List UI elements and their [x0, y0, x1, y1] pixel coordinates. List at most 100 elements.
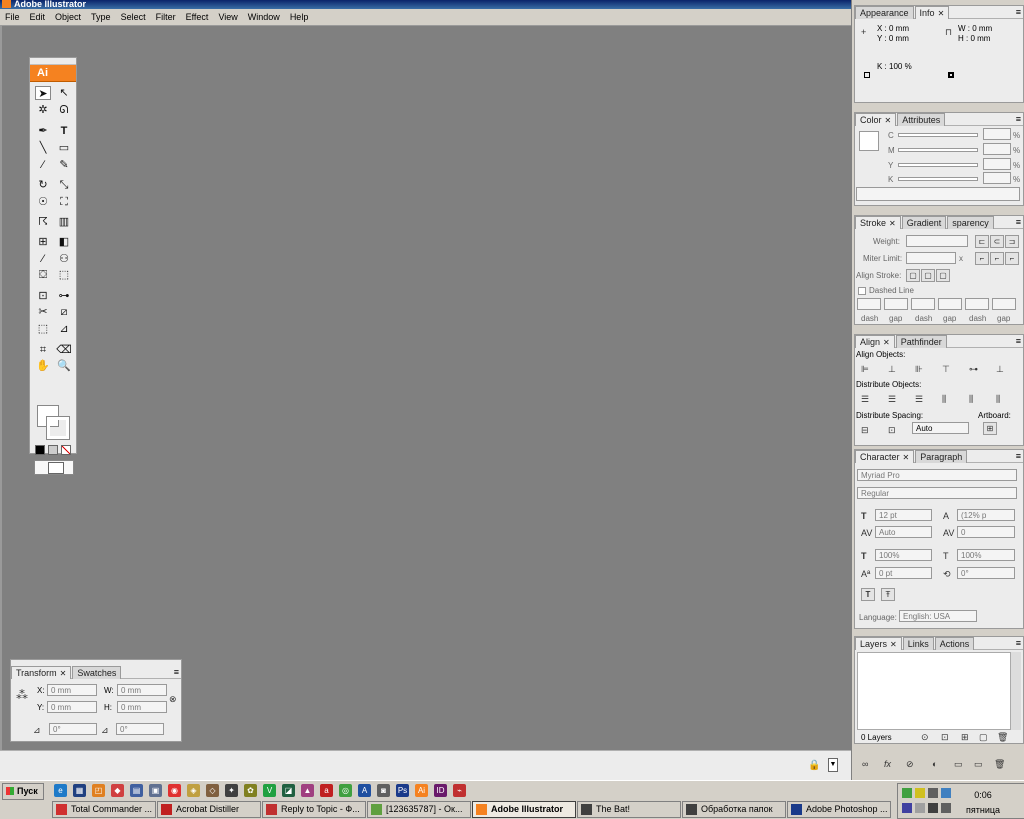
language-select[interactable]: English: USA	[899, 610, 977, 622]
stroke-weight-field[interactable]	[906, 235, 968, 247]
close-tab-icon[interactable]: ✕	[885, 116, 892, 125]
selection-tool-icon[interactable]: ➤	[35, 86, 51, 100]
strikethrough-button[interactable]: Ŧ	[881, 588, 895, 601]
tab-transparency[interactable]: sparency	[947, 216, 994, 229]
rectangle-tool-icon[interactable]: ▭	[56, 141, 72, 155]
yellow-field[interactable]	[983, 158, 1011, 170]
tracking-field[interactable]: 0	[957, 526, 1015, 538]
crop-area-tool-icon[interactable]: ⊡	[35, 289, 51, 303]
underline-button[interactable]: T	[861, 588, 875, 601]
app-icon-1[interactable]: ◆	[111, 784, 124, 797]
task-the-bat[interactable]: The Bat!	[577, 801, 681, 818]
direct-selection-tool-icon[interactable]: ↖	[56, 86, 72, 100]
pencil-tool-icon[interactable]: ✎	[56, 158, 72, 172]
knife-tool-icon[interactable]: ⧄	[56, 305, 72, 319]
live-paint-bucket-tool-icon[interactable]: ⛋	[35, 268, 51, 282]
tab-character[interactable]: Character ✕	[855, 450, 915, 463]
app-icon-3[interactable]: ▣	[149, 784, 162, 797]
delete-item-icon[interactable]: 🗑	[994, 758, 1005, 770]
reference-point-icon[interactable]: ⁂	[16, 689, 28, 701]
task-total-commander[interactable]: Total Commander ...	[52, 801, 156, 818]
eyedropper-tool-icon[interactable]: ⁄	[35, 252, 51, 266]
tab-links[interactable]: Links	[902, 637, 934, 650]
status-dropdown-button[interactable]: ▼	[828, 758, 838, 772]
new-sublayer-icon[interactable]: ⊞	[961, 731, 969, 743]
app-icon-9[interactable]: ◪	[282, 784, 295, 797]
start-button[interactable]: Пуск	[2, 783, 44, 800]
layers-list[interactable]	[857, 652, 1011, 730]
close-tab-icon[interactable]: ✕	[903, 453, 910, 462]
join-bevel-icon[interactable]: ⌐	[1005, 252, 1019, 265]
tab-paragraph[interactable]: Paragraph	[915, 450, 968, 463]
warp-tool-icon[interactable]: ☉	[35, 195, 51, 209]
new-item-icon[interactable]: ▭	[974, 758, 983, 770]
distribute-left-icon[interactable]: ⫼	[942, 393, 946, 405]
app-icon-13[interactable]: ◙	[377, 784, 390, 797]
tab-gradient[interactable]: Gradient	[901, 216, 947, 229]
zoom-tool-icon[interactable]: 🔍	[56, 359, 72, 373]
screen-mode-button[interactable]	[34, 460, 74, 475]
canvas-area[interactable]	[0, 26, 851, 750]
eraser-tool-icon[interactable]: ⌫	[56, 343, 72, 357]
make-clipping-mask-icon[interactable]: ⊡	[941, 731, 949, 743]
cap-round-icon[interactable]: ⊂	[990, 235, 1004, 248]
line-tool-icon[interactable]: ╲	[35, 141, 51, 155]
menu-select[interactable]: Select	[116, 9, 151, 26]
color-spectrum-bar[interactable]	[856, 187, 1020, 201]
horizontal-scale-field[interactable]: 100%	[957, 549, 1015, 561]
delete-layer-icon[interactable]: 🗑	[997, 731, 1008, 743]
cap-butt-icon[interactable]: ⊏	[975, 235, 989, 248]
color-fill-swatch[interactable]	[859, 131, 879, 151]
new-layer-icon[interactable]: ▢	[979, 731, 988, 743]
tray-icon-4[interactable]	[941, 788, 951, 798]
dash-field-2[interactable]	[911, 298, 935, 310]
align-bottom-icon[interactable]: ⊥	[996, 363, 1004, 375]
font-style-select[interactable]: Regular	[857, 487, 1017, 499]
task-acrobat-distiller[interactable]: Acrobat Distiller	[157, 801, 261, 818]
chain-icon[interactable]: ∞	[862, 758, 868, 770]
tray-icon-3[interactable]	[928, 788, 938, 798]
app-icon-12[interactable]: A	[358, 784, 371, 797]
magenta-field[interactable]	[983, 143, 1011, 155]
the-bat-icon[interactable]: V	[263, 784, 276, 797]
rotate-field[interactable]: 0°	[49, 723, 97, 735]
font-family-select[interactable]: Myriad Pro	[857, 469, 1017, 481]
cyan-field[interactable]	[983, 128, 1011, 140]
menu-effect[interactable]: Effect	[181, 9, 214, 26]
close-tab-icon[interactable]: ✕	[883, 338, 890, 347]
panel-menu-icon[interactable]: ≡	[1016, 217, 1021, 227]
task-123635787[interactable]: [123635787] - Ок...	[367, 801, 471, 818]
vertical-scale-field[interactable]: 100%	[875, 549, 932, 561]
tray-icon-1[interactable]	[902, 788, 912, 798]
menu-type[interactable]: Type	[86, 9, 116, 26]
menu-help[interactable]: Help	[285, 9, 314, 26]
tray-icon-6[interactable]	[941, 803, 951, 813]
x-field[interactable]: 0 mm	[47, 684, 97, 696]
mesh-tool-icon[interactable]: ⊞	[35, 235, 51, 249]
align-top-icon[interactable]: ⊤	[942, 363, 950, 375]
h-field[interactable]: 0 mm	[117, 701, 167, 713]
panel-menu-icon[interactable]: ≡	[1016, 114, 1021, 124]
panel-menu-icon[interactable]: ≡	[1016, 336, 1021, 346]
join-round-icon[interactable]: ⌐	[990, 252, 1004, 265]
task-adobe-illustrator[interactable]: Adobe Illustrator	[472, 801, 576, 818]
align-right-icon[interactable]: ⊪	[915, 363, 923, 375]
yellow-slider[interactable]	[898, 163, 978, 167]
color-mode-button[interactable]	[35, 445, 45, 456]
rotate-tool-icon[interactable]: ↻	[35, 178, 51, 192]
gap-field-2[interactable]	[938, 298, 962, 310]
slice-tool-icon[interactable]: ⊶	[56, 289, 72, 303]
speaker-icon[interactable]	[928, 803, 938, 813]
gap-field-3[interactable]	[992, 298, 1016, 310]
folder-icon[interactable]: ◰	[92, 784, 105, 797]
tab-align[interactable]: Align ✕	[855, 335, 895, 348]
app-icon-11[interactable]: ◎	[339, 784, 352, 797]
black-field[interactable]	[983, 172, 1011, 184]
clear-appearance-icon[interactable]: ⊘	[906, 758, 914, 770]
stroke-swatch[interactable]	[46, 416, 70, 440]
indesign-icon[interactable]: ID	[434, 784, 447, 797]
app-icon-6[interactable]: ◇	[206, 784, 219, 797]
tab-info[interactable]: Info ✕	[914, 6, 950, 19]
cyan-slider[interactable]	[898, 133, 978, 137]
graph-tool-icon[interactable]: ▥	[56, 215, 72, 229]
